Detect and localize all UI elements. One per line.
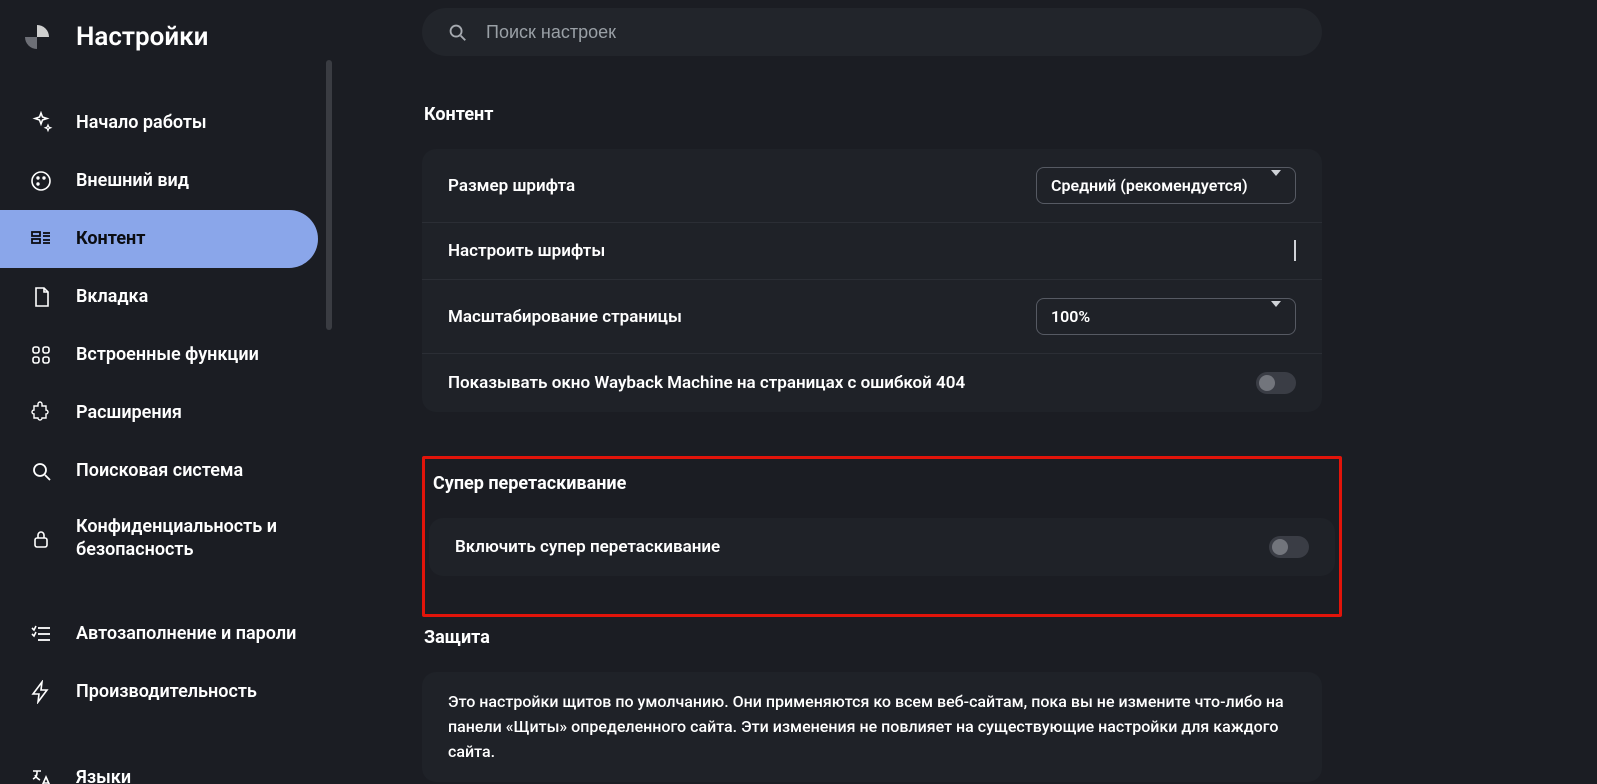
highlight-super-drag: Супер перетаскивание Включить супер пере…: [422, 456, 1342, 617]
sidebar-item-appearance[interactable]: Внешний вид: [0, 152, 318, 210]
section-shields: Защита Это настройки щитов по умолчанию.…: [422, 627, 1322, 782]
sidebar-header: Настройки: [0, 10, 326, 76]
row-label: Настроить шрифты: [448, 241, 605, 261]
page-zoom-select[interactable]: 100%: [1036, 298, 1296, 335]
row-label: Показывать окно Wayback Machine на стран…: [448, 373, 965, 393]
settings-search[interactable]: [422, 8, 1322, 56]
row-label: Размер шрифта: [448, 176, 575, 196]
sidebar-item-tab[interactable]: Вкладка: [0, 268, 318, 326]
puzzle-icon: [28, 400, 54, 426]
row-font-size: Размер шрифта Средний (рекомендуется): [422, 149, 1322, 223]
sidebar-item-extensions[interactable]: Расширения: [0, 384, 318, 442]
sidebar-item-label: Производительность: [76, 681, 257, 704]
section-title: Защита: [422, 627, 1322, 648]
sidebar-item-label: Расширения: [76, 402, 182, 425]
select-value: Средний (рекомендуется): [1051, 176, 1248, 195]
sidebar-item-label: Встроенные функции: [76, 344, 259, 367]
shields-panel: Это настройки щитов по умолчанию. Они пр…: [422, 672, 1322, 782]
main-content: Контент Размер шрифта Средний (рекоменду…: [332, 0, 1597, 784]
page-title: Настройки: [76, 22, 208, 52]
section-title: Контент: [422, 104, 1322, 125]
shields-description: Это настройки щитов по умолчанию. Они пр…: [448, 690, 1296, 764]
sidebar-item-label: Внешний вид: [76, 170, 189, 193]
sidebar-item-label: Контент: [76, 228, 145, 251]
sidebar-item-label: Вкладка: [76, 286, 148, 309]
section-title: Супер перетаскивание: [431, 473, 1335, 494]
palette-icon: [28, 168, 54, 194]
row-shields-description: Это настройки щитов по умолчанию. Они пр…: [422, 672, 1322, 782]
sidebar-item-search-engine[interactable]: Поисковая система: [0, 442, 318, 500]
grid-icon: [28, 342, 54, 368]
wayback-toggle[interactable]: [1256, 372, 1296, 394]
sidebar-item-content[interactable]: Контент: [0, 210, 318, 268]
row-enable-super-drag: Включить супер перетаскивание: [429, 518, 1335, 576]
search-icon: [28, 458, 54, 484]
sidebar-item-label: Автозаполнение и пароли: [76, 623, 296, 646]
sidebar-nav: Начало работы Внешний вид Контент: [0, 76, 326, 784]
list-check-icon: [28, 621, 54, 647]
chevron-down-icon: [1271, 307, 1281, 326]
super-drag-panel: Включить супер перетаскивание: [429, 518, 1335, 576]
row-wayback-404: Показывать окно Wayback Machine на стран…: [422, 354, 1322, 412]
nav-divider: [0, 721, 326, 749]
sidebar-item-autofill[interactable]: Автозаполнение и пароли: [0, 605, 318, 663]
row-label: Включить супер перетаскивание: [455, 537, 720, 557]
row-page-zoom: Масштабирование страницы 100%: [422, 280, 1322, 354]
brand-logo-icon: [20, 20, 54, 54]
row-customize-fonts[interactable]: Настроить шрифты: [422, 223, 1322, 280]
super-drag-toggle[interactable]: [1269, 536, 1309, 558]
sidebar-item-privacy[interactable]: Конфиденциальность и безопасность: [0, 500, 318, 577]
sidebar-item-languages[interactable]: Языки: [0, 749, 318, 784]
sidebar: Настройки Начало работы Внешний вид: [0, 0, 332, 784]
layout-icon: [28, 226, 54, 252]
row-label: Масштабирование страницы: [448, 307, 682, 327]
sidebar-item-getting-started[interactable]: Начало работы: [0, 94, 318, 152]
chevron-right-icon: [1294, 242, 1296, 261]
bolt-icon: [28, 679, 54, 705]
sidebar-item-label: Конфиденциальность и безопасность: [76, 516, 300, 561]
sidebar-item-label: Начало работы: [76, 112, 207, 135]
lock-icon: [28, 526, 54, 552]
search-icon: [446, 21, 468, 43]
content-panel: Размер шрифта Средний (рекомендуется) На…: [422, 149, 1322, 412]
font-size-select[interactable]: Средний (рекомендуется): [1036, 167, 1296, 204]
nav-divider: [0, 577, 326, 605]
file-icon: [28, 284, 54, 310]
settings-search-input[interactable]: [486, 22, 1298, 43]
sidebar-item-label: Языки: [76, 767, 131, 784]
sidebar-item-features[interactable]: Встроенные функции: [0, 326, 318, 384]
chevron-down-icon: [1271, 176, 1281, 195]
sidebar-item-performance[interactable]: Производительность: [0, 663, 318, 721]
sparkles-icon: [28, 110, 54, 136]
select-value: 100%: [1051, 307, 1090, 326]
section-content: Контент Размер шрифта Средний (рекоменду…: [422, 104, 1322, 412]
sidebar-item-label: Поисковая система: [76, 460, 243, 483]
translate-icon: [28, 765, 54, 784]
